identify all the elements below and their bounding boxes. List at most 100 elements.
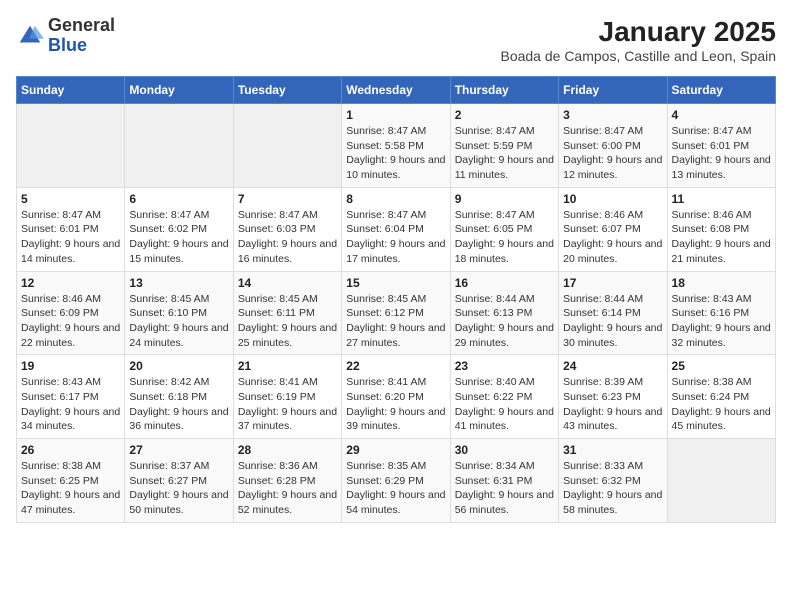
calendar-cell <box>233 104 341 188</box>
day-detail: Sunrise: 8:43 AMSunset: 6:17 PMDaylight:… <box>21 375 120 434</box>
calendar-cell: 2 Sunrise: 8:47 AMSunset: 5:59 PMDaylight… <box>450 104 558 188</box>
day-number: 8 <box>346 192 445 206</box>
day-number: 19 <box>21 359 120 373</box>
day-detail: Sunrise: 8:47 AMSunset: 5:58 PMDaylight:… <box>346 124 445 183</box>
calendar-table: SundayMondayTuesdayWednesdayThursdayFrid… <box>16 76 776 523</box>
calendar-cell: 1 Sunrise: 8:47 AMSunset: 5:58 PMDaylight… <box>342 104 450 188</box>
day-number: 6 <box>129 192 228 206</box>
day-detail: Sunrise: 8:42 AMSunset: 6:18 PMDaylight:… <box>129 375 228 434</box>
title-block: January 2025 Boada de Campos, Castille a… <box>500 16 776 64</box>
calendar-cell: 11Sunrise: 8:46 AMSunset: 6:08 PMDayligh… <box>667 187 775 271</box>
weekday-header-friday: Friday <box>559 77 667 104</box>
logo: General Blue <box>16 16 115 56</box>
day-detail: Sunrise: 8:41 AMSunset: 6:20 PMDaylight:… <box>346 375 445 434</box>
weekday-header-thursday: Thursday <box>450 77 558 104</box>
day-detail: Sunrise: 8:47 AMSunset: 6:05 PMDaylight:… <box>455 208 554 267</box>
calendar-cell: 28 Sunrise: 8:36 AMSunset: 6:28 PMDayligh… <box>233 439 341 523</box>
weekday-header-wednesday: Wednesday <box>342 77 450 104</box>
day-detail: Sunrise: 8:45 AMSunset: 6:12 PMDaylight:… <box>346 292 445 351</box>
day-number: 25 <box>672 359 771 373</box>
day-number: 3 <box>563 108 662 122</box>
day-number: 5 <box>21 192 120 206</box>
weekday-header-row: SundayMondayTuesdayWednesdayThursdayFrid… <box>17 77 776 104</box>
day-detail: Sunrise: 8:38 AMSunset: 6:25 PMDaylight:… <box>21 459 120 518</box>
day-detail: Sunrise: 8:45 AMSunset: 6:11 PMDaylight:… <box>238 292 337 351</box>
day-detail: Sunrise: 8:47 AMSunset: 6:00 PMDaylight:… <box>563 124 662 183</box>
day-detail: Sunrise: 8:47 AMSunset: 6:03 PMDaylight:… <box>238 208 337 267</box>
calendar-cell: 26 Sunrise: 8:38 AMSunset: 6:25 PMDayligh… <box>17 439 125 523</box>
page-header: General Blue January 2025 Boada de Campo… <box>16 16 776 64</box>
day-detail: Sunrise: 8:47 AMSunset: 6:02 PMDaylight:… <box>129 208 228 267</box>
calendar-cell: 24 Sunrise: 8:39 AMSunset: 6:23 PMDayligh… <box>559 355 667 439</box>
day-detail: Sunrise: 8:45 AMSunset: 6:10 PMDaylight:… <box>129 292 228 351</box>
weekday-header-tuesday: Tuesday <box>233 77 341 104</box>
day-number: 16 <box>455 276 554 290</box>
day-number: 21 <box>238 359 337 373</box>
day-number: 10 <box>563 192 662 206</box>
calendar-cell: 29Sunrise: 8:35 AMSunset: 6:29 PMDayligh… <box>342 439 450 523</box>
day-number: 18 <box>672 276 771 290</box>
day-detail: Sunrise: 8:36 AMSunset: 6:28 PMDaylight:… <box>238 459 337 518</box>
calendar-week-2: 5 Sunrise: 8:47 AMSunset: 6:01 PMDaylight… <box>17 187 776 271</box>
day-number: 28 <box>238 443 337 457</box>
calendar-week-3: 12 Sunrise: 8:46 AMSunset: 6:09 PMDayligh… <box>17 271 776 355</box>
day-detail: Sunrise: 8:38 AMSunset: 6:24 PMDaylight:… <box>672 375 771 434</box>
calendar-cell: 6 Sunrise: 8:47 AMSunset: 6:02 PMDaylight… <box>125 187 233 271</box>
calendar-cell: 16Sunrise: 8:44 AMSunset: 6:13 PMDayligh… <box>450 271 558 355</box>
calendar-cell: 3 Sunrise: 8:47 AMSunset: 6:00 PMDaylight… <box>559 104 667 188</box>
calendar-week-4: 19 Sunrise: 8:43 AMSunset: 6:17 PMDayligh… <box>17 355 776 439</box>
calendar-body: 1 Sunrise: 8:47 AMSunset: 5:58 PMDaylight… <box>17 104 776 523</box>
day-detail: Sunrise: 8:47 AMSunset: 6:01 PMDaylight:… <box>21 208 120 267</box>
calendar-cell: 14 Sunrise: 8:45 AMSunset: 6:11 PMDayligh… <box>233 271 341 355</box>
day-detail: Sunrise: 8:46 AMSunset: 6:09 PMDaylight:… <box>21 292 120 351</box>
calendar-cell: 30 Sunrise: 8:34 AMSunset: 6:31 PMDayligh… <box>450 439 558 523</box>
calendar-cell: 21Sunrise: 8:41 AMSunset: 6:19 PMDayligh… <box>233 355 341 439</box>
calendar-week-5: 26 Sunrise: 8:38 AMSunset: 6:25 PMDayligh… <box>17 439 776 523</box>
calendar-cell <box>667 439 775 523</box>
calendar-cell: 31 Sunrise: 8:33 AMSunset: 6:32 PMDayligh… <box>559 439 667 523</box>
day-number: 17 <box>563 276 662 290</box>
calendar-cell: 12 Sunrise: 8:46 AMSunset: 6:09 PMDayligh… <box>17 271 125 355</box>
calendar-cell: 8 Sunrise: 8:47 AMSunset: 6:04 PMDaylight… <box>342 187 450 271</box>
day-detail: Sunrise: 8:40 AMSunset: 6:22 PMDaylight:… <box>455 375 554 434</box>
day-detail: Sunrise: 8:33 AMSunset: 6:32 PMDaylight:… <box>563 459 662 518</box>
weekday-header-monday: Monday <box>125 77 233 104</box>
day-number: 29 <box>346 443 445 457</box>
day-number: 13 <box>129 276 228 290</box>
day-detail: Sunrise: 8:47 AMSunset: 6:01 PMDaylight:… <box>672 124 771 183</box>
page-title: January 2025 <box>500 16 776 48</box>
calendar-cell: 13 Sunrise: 8:45 AMSunset: 6:10 PMDayligh… <box>125 271 233 355</box>
day-number: 12 <box>21 276 120 290</box>
day-number: 1 <box>346 108 445 122</box>
calendar-cell: 7 Sunrise: 8:47 AMSunset: 6:03 PMDaylight… <box>233 187 341 271</box>
calendar-cell: 15 Sunrise: 8:45 AMSunset: 6:12 PMDayligh… <box>342 271 450 355</box>
day-detail: Sunrise: 8:47 AMSunset: 5:59 PMDaylight:… <box>455 124 554 183</box>
day-number: 24 <box>563 359 662 373</box>
calendar-cell: 17Sunrise: 8:44 AMSunset: 6:14 PMDayligh… <box>559 271 667 355</box>
day-detail: Sunrise: 8:39 AMSunset: 6:23 PMDaylight:… <box>563 375 662 434</box>
day-number: 14 <box>238 276 337 290</box>
calendar-cell <box>125 104 233 188</box>
calendar-cell: 19 Sunrise: 8:43 AMSunset: 6:17 PMDayligh… <box>17 355 125 439</box>
day-number: 26 <box>21 443 120 457</box>
day-number: 15 <box>346 276 445 290</box>
day-number: 9 <box>455 192 554 206</box>
day-number: 30 <box>455 443 554 457</box>
day-detail: Sunrise: 8:46 AMSunset: 6:07 PMDaylight:… <box>563 208 662 267</box>
calendar-cell: 25 Sunrise: 8:38 AMSunset: 6:24 PMDayligh… <box>667 355 775 439</box>
calendar-cell: 27Sunrise: 8:37 AMSunset: 6:27 PMDayligh… <box>125 439 233 523</box>
day-number: 11 <box>672 192 771 206</box>
page-subtitle: Boada de Campos, Castille and Leon, Spai… <box>500 48 776 64</box>
day-detail: Sunrise: 8:37 AMSunset: 6:27 PMDaylight:… <box>129 459 228 518</box>
day-detail: Sunrise: 8:34 AMSunset: 6:31 PMDaylight:… <box>455 459 554 518</box>
day-number: 2 <box>455 108 554 122</box>
calendar-cell: 9 Sunrise: 8:47 AMSunset: 6:05 PMDaylight… <box>450 187 558 271</box>
day-number: 7 <box>238 192 337 206</box>
calendar-cell: 10 Sunrise: 8:46 AMSunset: 6:07 PMDayligh… <box>559 187 667 271</box>
calendar-cell: 23Sunrise: 8:40 AMSunset: 6:22 PMDayligh… <box>450 355 558 439</box>
calendar-cell: 5 Sunrise: 8:47 AMSunset: 6:01 PMDaylight… <box>17 187 125 271</box>
day-number: 31 <box>563 443 662 457</box>
day-detail: Sunrise: 8:47 AMSunset: 6:04 PMDaylight:… <box>346 208 445 267</box>
day-detail: Sunrise: 8:43 AMSunset: 6:16 PMDaylight:… <box>672 292 771 351</box>
calendar-cell: 18 Sunrise: 8:43 AMSunset: 6:16 PMDayligh… <box>667 271 775 355</box>
